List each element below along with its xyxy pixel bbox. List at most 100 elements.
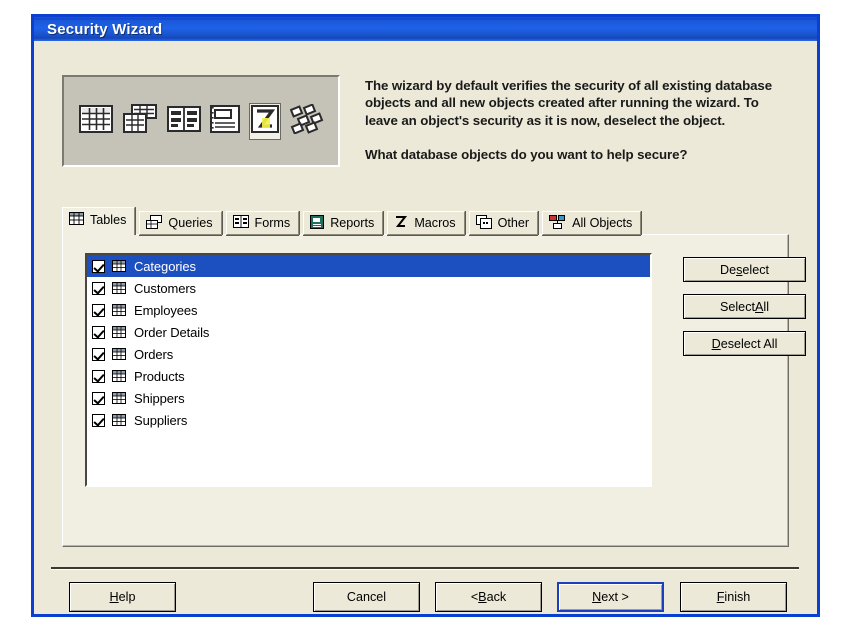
query-object-icon (122, 103, 158, 139)
list-item-label: Categories (134, 258, 196, 274)
list-item-label: Orders (134, 346, 174, 362)
btn-pre: De (719, 262, 737, 277)
deselect-all-button[interactable]: Deselect All (683, 331, 806, 356)
form-object-icon (166, 105, 201, 137)
checkbox[interactable] (92, 325, 105, 339)
checkbox[interactable] (92, 303, 105, 317)
btn-accel: A (755, 299, 764, 314)
table-object-icon (78, 104, 113, 138)
tab-label: Forms (254, 216, 291, 230)
btn-accel: B (478, 590, 487, 604)
module-object-icon (289, 102, 324, 139)
description-question: What database objects do you want to hel… (365, 147, 688, 163)
table-icon (105, 260, 126, 272)
checkbox[interactable] (92, 413, 105, 427)
back-button[interactable]: < Back (435, 582, 542, 612)
list-item[interactable]: Suppliers (87, 409, 650, 431)
btn-post: elect (742, 262, 769, 277)
checkbox[interactable] (92, 391, 105, 405)
table-icon (105, 370, 126, 382)
btn-accel: D (711, 336, 721, 351)
btn-pre: < (470, 590, 479, 604)
tab-queries[interactable]: Queries (139, 211, 222, 235)
checkbox[interactable] (92, 369, 105, 383)
title-bar[interactable]: Security Wizard (31, 14, 820, 41)
footer-separator (51, 567, 799, 570)
btn-post: elp (118, 590, 136, 604)
list-item-label: Employees (134, 302, 198, 318)
list-item[interactable]: Shippers (87, 387, 650, 409)
list-item[interactable]: Order Details (87, 321, 650, 343)
tab-all-objects[interactable]: All Objects (542, 211, 642, 235)
btn-post: ack (486, 590, 507, 604)
btn-accel: H (109, 590, 119, 604)
tables-tab-page: Categories Customers Employees Order Det… (62, 234, 806, 547)
object-icons-panel (62, 75, 340, 167)
tab-label: Queries (168, 216, 213, 230)
btn-pre: Cancel (346, 590, 387, 604)
next-button[interactable]: Next > (557, 582, 664, 612)
list-item-label: Products (134, 368, 185, 384)
selection-buttons: De s elect Select All Deselect All (683, 257, 806, 368)
table-icon (105, 392, 126, 404)
list-item[interactable]: Customers (87, 277, 650, 299)
dialog-client-area: The wizard by default verifies the secur… (34, 41, 817, 614)
query-icon (146, 214, 163, 232)
btn-post: ext > (601, 590, 629, 604)
table-icon (69, 212, 84, 228)
window-title: Security Wizard (47, 20, 163, 38)
wizard-header: The wizard by default verifies the secur… (62, 75, 789, 187)
object-type-tabs: Tables Queries Forms Reports Macros Othe… (62, 207, 806, 549)
list-item-label: Order Details (134, 324, 210, 340)
list-item-label: Shippers (134, 390, 185, 406)
object-list[interactable]: Categories Customers Employees Order Det… (85, 253, 652, 487)
screen: Security Wizard The wizard by default ve… (0, 0, 851, 638)
help-button[interactable]: Help (69, 582, 176, 612)
report-object-icon (209, 104, 240, 138)
wizard-description: The wizard by default verifies the secur… (365, 75, 785, 187)
select-all-button[interactable]: Select All (683, 294, 806, 319)
list-item[interactable]: Categories (87, 255, 650, 277)
checkbox[interactable] (92, 347, 105, 361)
btn-pre: Select (719, 299, 755, 314)
list-item[interactable]: Orders (87, 343, 650, 365)
macro-object-icon (248, 102, 281, 140)
table-icon (105, 348, 126, 360)
tab-label: Other (497, 216, 530, 230)
list-item-label: Customers (134, 280, 196, 296)
btn-accel: F (716, 590, 725, 604)
table-icon (105, 414, 126, 426)
list-item[interactable]: Products (87, 365, 650, 387)
tab-label: Tables (90, 213, 127, 227)
tab-macros[interactable]: Macros (387, 211, 465, 235)
finish-button[interactable]: Finish (680, 582, 787, 612)
table-icon (105, 304, 126, 316)
macro-icon (394, 215, 408, 232)
description-text: The wizard by default verifies the secur… (365, 78, 773, 128)
tab-other[interactable]: Other (468, 211, 539, 235)
tab-reports[interactable]: Reports (303, 211, 384, 235)
tab-forms[interactable]: Forms (225, 211, 300, 235)
table-icon (105, 282, 126, 294)
tab-label: Reports (330, 216, 375, 230)
tab-label: Macros (414, 216, 456, 230)
deselect-button[interactable]: De s elect (683, 257, 806, 282)
list-item-label: Suppliers (134, 412, 188, 428)
report-icon (310, 214, 325, 232)
form-icon (232, 215, 249, 231)
cancel-button[interactable]: Cancel (313, 582, 420, 612)
list-item[interactable]: Employees (87, 299, 650, 321)
tab-tables[interactable]: Tables (62, 207, 136, 235)
tab-label: All Objects (572, 216, 633, 230)
table-icon (105, 326, 126, 338)
btn-accel: N (592, 590, 602, 604)
all-objects-icon (549, 214, 566, 232)
checkbox[interactable] (92, 259, 105, 273)
btn-post: eselect All (720, 336, 778, 351)
wizard-footer: Help Cancel < Back Next > Finish (51, 582, 799, 616)
btn-post: ll (763, 299, 770, 314)
checkbox[interactable] (92, 281, 105, 295)
tab-strip: Tables Queries Forms Reports Macros Othe… (62, 207, 789, 235)
other-icon (475, 214, 492, 232)
btn-post: inish (724, 590, 751, 604)
